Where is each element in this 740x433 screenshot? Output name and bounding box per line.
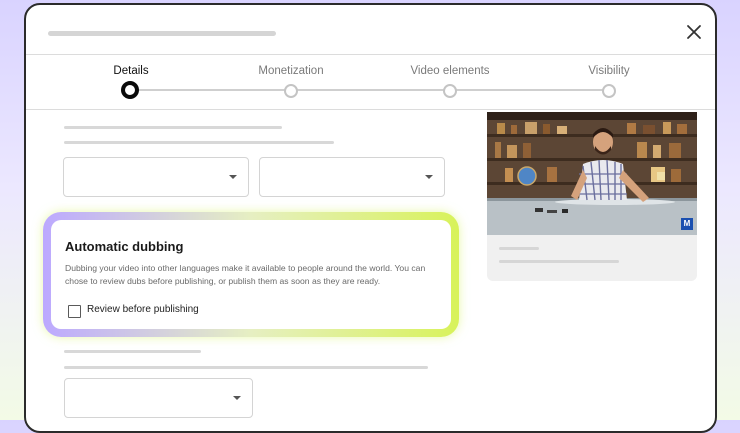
dubbing-description: Dubbing your video into other languages … (65, 263, 426, 286)
text-placeholder (64, 350, 201, 353)
close-icon (687, 25, 701, 39)
stepper-line (131, 89, 609, 91)
step-label: Video elements (410, 65, 490, 77)
close-button[interactable] (684, 22, 704, 42)
step-dot (443, 84, 457, 98)
text-placeholder (499, 247, 539, 250)
step-label: Visibility (588, 65, 630, 77)
dropdown-select[interactable] (64, 378, 253, 418)
checkbox-label: Review before publishing (87, 304, 199, 315)
title-placeholder (48, 31, 276, 36)
automatic-dubbing-card: Automatic dubbing Dubbing your video int… (51, 220, 451, 329)
text-placeholder (64, 366, 428, 369)
video-info-panel (487, 235, 697, 281)
step-dot (602, 84, 616, 98)
step-details[interactable]: Details (71, 63, 191, 99)
dropdown-select[interactable] (63, 157, 249, 197)
automatic-dubbing-highlight: Automatic dubbing Dubbing your video int… (43, 212, 459, 337)
video-thumbnail-image (487, 112, 697, 235)
text-placeholder (499, 260, 619, 263)
review-before-publishing-checkbox[interactable] (68, 305, 81, 318)
chevron-down-icon (425, 175, 433, 179)
chevron-down-icon (233, 396, 241, 400)
text-placeholder (64, 126, 282, 129)
step-visibility[interactable]: Visibility (549, 63, 669, 98)
step-label: Details (113, 65, 149, 77)
dubbing-title: Automatic dubbing (65, 239, 184, 254)
step-dot (121, 81, 139, 99)
dropdown-select[interactable] (259, 157, 445, 197)
monogram-badge-icon: M (681, 218, 693, 230)
video-thumbnail[interactable]: M (487, 112, 697, 235)
text-placeholder (64, 141, 334, 144)
step-monetization[interactable]: Monetization (231, 63, 351, 98)
upload-dialog: Details Monetization Video elements Visi… (24, 3, 717, 433)
chevron-down-icon (229, 175, 237, 179)
step-label: Monetization (258, 65, 324, 77)
stepper-divider (26, 109, 715, 110)
step-video-elements[interactable]: Video elements (390, 63, 510, 98)
step-dot (284, 84, 298, 98)
header-divider (26, 54, 715, 55)
